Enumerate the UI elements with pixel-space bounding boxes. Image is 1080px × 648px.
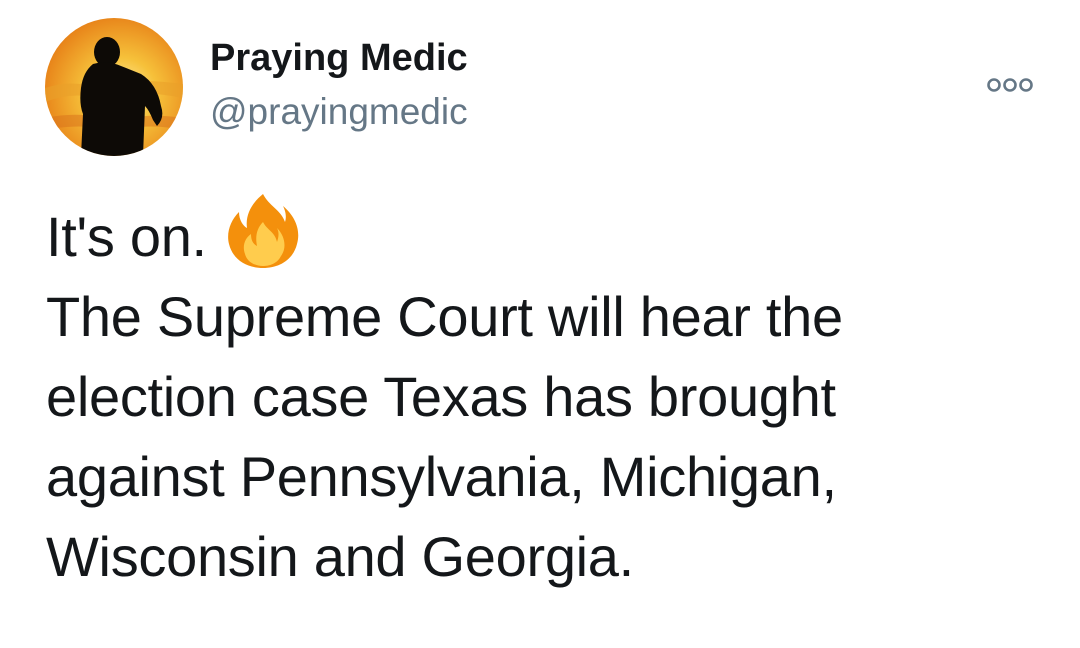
more-options-icon [987,78,1033,92]
tweet-line: against Pennsylvania, Michigan, [46,445,837,508]
user-handle[interactable]: @prayingmedic [210,89,468,135]
tweet-first-line: It's on. [46,192,1046,277]
tweet-intro: It's on. [46,205,207,268]
avatar[interactable] [45,18,183,156]
tweet-text: It's on. The Supreme Court will hear the… [46,192,1046,597]
tweet-card: Praying Medic @prayingmedic It's on. The… [0,0,1080,648]
tweet-line: election case Texas has brought [46,365,836,428]
tweet-line: The Supreme Court will hear the [46,285,843,348]
display-name[interactable]: Praying Medic [210,35,468,81]
tweet-line: Wisconsin and Georgia. [46,525,634,588]
silhouette-avatar-icon [45,18,183,156]
fire-icon [225,192,301,270]
more-options-button[interactable] [984,70,1036,100]
